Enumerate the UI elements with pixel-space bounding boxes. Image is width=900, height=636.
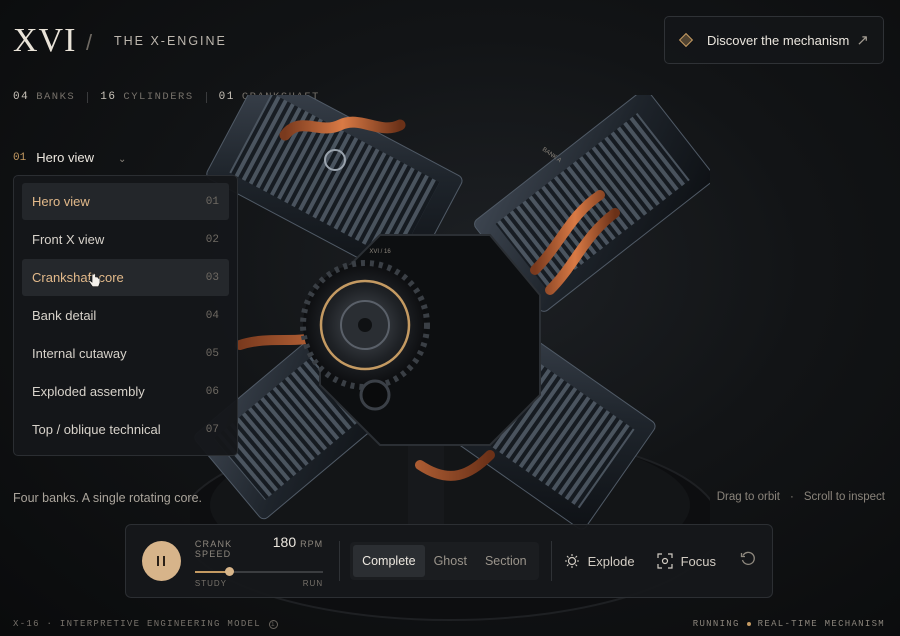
crank-speed-slider[interactable] [194,567,324,577]
view-option-number: 07 [205,423,219,436]
focus-label: Focus [680,553,716,569]
pause-icon [157,556,166,566]
view-option-crankshaft-core[interactable]: Crankshaft core 03 [22,259,229,296]
slider-handle[interactable] [225,567,235,576]
crank-speed-control: CRANK SPEED 180 RPM STUDY RUN [194,534,324,588]
view-option-label: Bank detail [32,308,97,323]
view-option-label: Crankshaft core [32,270,124,285]
core-label: XVI / 16 [369,249,391,255]
interaction-hints: Drag to orbit · Scroll to inspect [717,491,885,503]
focus-button[interactable]: Focus [656,553,716,569]
view-option-label: Internal cutaway [32,346,127,361]
discover-mechanism-label: Discover the mechanism [707,32,850,48]
diamond-icon [678,32,694,48]
tagline: Four banks. A single rotating core. [13,491,202,505]
stat-divider [87,91,89,103]
crankshaft-pin [358,318,372,332]
view-option-bank-detail[interactable]: Bank detail 04 [22,297,229,334]
view-option-label: Hero view [32,194,90,209]
slider-min-label: STUDY [194,579,227,588]
control-divider [550,541,552,581]
mode-section-button[interactable]: Section [476,545,536,577]
pause-button[interactable] [142,541,181,581]
hint-orbit: Drag to orbit [716,491,780,503]
model-caption: X-16 · INTERPRETIVE ENGINEERING MODEL i [13,619,278,629]
page-title: THE X-ENGINE [114,34,227,48]
view-current-label: Hero view [36,150,94,165]
arrow-up-right-icon: ↗ [856,32,869,49]
view-option-top-oblique[interactable]: Top / oblique technical 07 [22,411,229,448]
view-option-internal-cutaway[interactable]: Internal cutaway 05 [22,335,229,372]
view-option-exploded-assembly[interactable]: Exploded assembly 06 [22,373,229,410]
view-option-hero[interactable]: Hero view 01 [22,183,229,220]
title-divider: / [86,30,93,55]
lower-port [359,379,391,411]
crank-speed-value: 180 [272,534,297,550]
hint-separator: · [789,491,794,503]
crank-speed-unit: RPM [300,539,324,549]
explode-button[interactable]: Explode [564,553,635,569]
mode-complete-button[interactable]: Complete [353,545,425,577]
control-divider [339,541,341,581]
view-option-number: 06 [205,385,219,398]
slider-max-label: RUN [302,579,324,588]
chevron-down-icon: ⌄ [118,153,127,165]
explode-icon [564,554,579,568]
status-dot [746,622,751,626]
render-mode-toggle: Complete Ghost Section [350,542,539,580]
stat-cylinders-label: CYLINDERS [123,91,194,103]
view-option-number: 05 [205,347,219,360]
view-option-number: 02 [205,233,219,246]
stat-banks-label: BANKS [36,91,76,103]
view-option-label: Exploded assembly [32,384,145,399]
discover-mechanism-button[interactable]: Discover the mechanism ↗ [664,16,884,64]
view-option-number: 01 [205,195,219,208]
view-current-number: 01 [13,151,27,164]
view-selector[interactable]: 01 Hero view ⌄ [13,150,126,165]
view-option-label: Front X view [32,232,105,247]
info-icon[interactable]: i [268,619,278,629]
control-bar: CRANK SPEED 180 RPM STUDY RUN Complete G… [125,524,773,598]
view-option-number: 03 [205,271,219,284]
status-running: RUNNING [692,619,740,629]
focus-icon [656,553,673,569]
status-indicator: RUNNING REAL-TIME MECHANISM [693,619,885,629]
crank-speed-label: CRANK SPEED [194,539,233,559]
mode-ghost-button[interactable]: Ghost [425,545,476,577]
reset-button[interactable] [740,551,756,572]
view-option-front-x[interactable]: Front X view 02 [22,221,229,258]
view-option-label: Top / oblique technical [32,422,161,437]
view-dropdown-menu: Hero view 01 Front X view 02 Crankshaft … [13,175,238,456]
slider-fill [194,571,230,573]
model-caption-text: X-16 · INTERPRETIVE ENGINEERING MODEL [13,619,261,629]
status-mode: REAL-TIME MECHANISM [757,619,885,629]
stat-banks-value: 04 [13,91,30,103]
stat-cylinders-value: 16 [100,91,117,103]
reset-icon [740,551,755,565]
view-option-number: 04 [205,309,219,322]
hint-inspect: Scroll to inspect [803,491,885,503]
hand-cursor-icon [89,273,101,288]
brand-logo[interactable]: XVI [13,22,76,60]
explode-label: Explode [587,553,635,569]
